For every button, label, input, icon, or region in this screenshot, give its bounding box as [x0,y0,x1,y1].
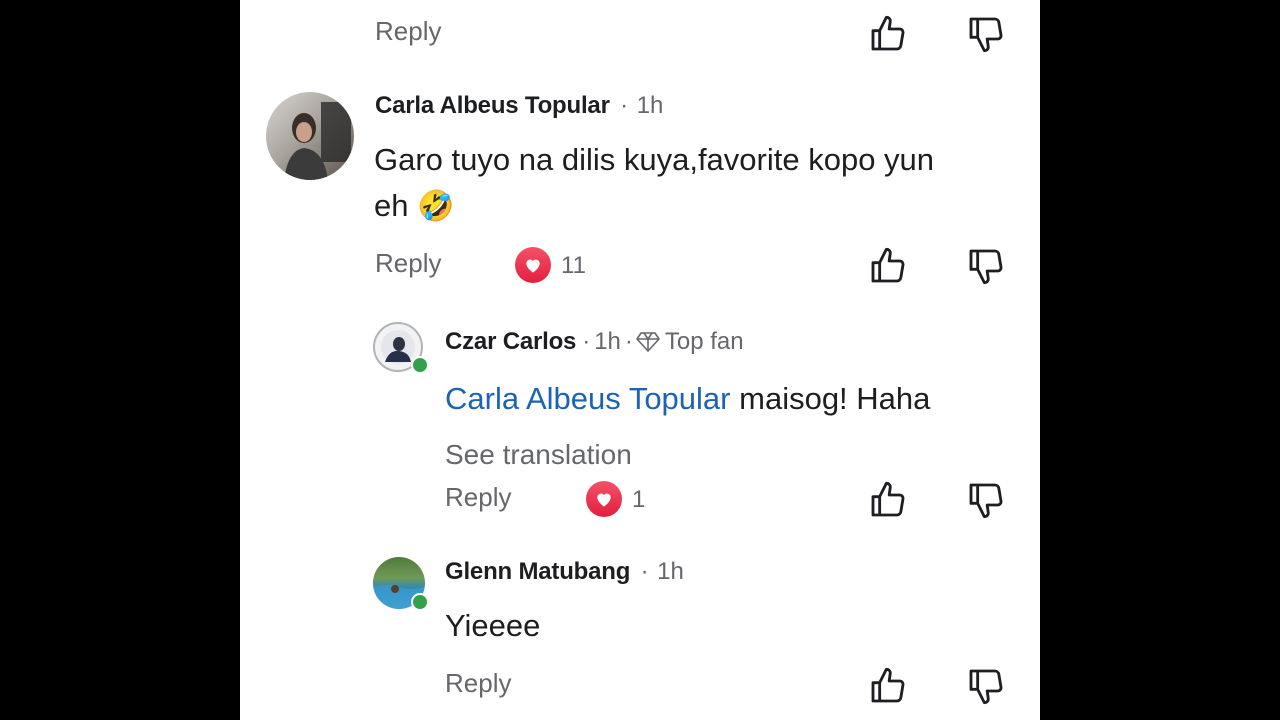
comment-author[interactable]: Czar Carlos [445,328,576,356]
thumbs-up-icon[interactable] [868,14,908,54]
online-indicator [411,593,429,611]
comment-header: Glenn Matubang · 1h [445,558,684,586]
comment-time[interactable]: 1h [637,92,664,119]
comment-time[interactable]: 1h [594,328,621,356]
avatar-wrapper [373,322,429,376]
thumbs-up-icon[interactable] [868,666,908,706]
reply-button[interactable]: Reply [445,668,511,699]
avatar[interactable] [266,92,354,180]
thumbs-down-icon[interactable] [966,480,1006,520]
comment-text: Garo tuyo na dilis kuya,favorite kopo yu… [374,137,1034,230]
comment-header: Czar Carlos · 1h · Top fan [445,328,744,356]
separator: · [624,328,633,355]
reply-button[interactable]: Reply [375,16,441,47]
avatar-wrapper [373,557,429,611]
reaction-count[interactable]: 1 [632,486,645,514]
comment-text-line: Garo tuyo na dilis kuya,favorite kopo yu… [374,142,935,177]
diamond-icon [636,332,660,352]
reaction-count[interactable]: 11 [561,252,586,280]
comment-text-line-2: eh 🤣 [374,183,1034,230]
see-translation-link[interactable]: See translation [445,439,632,471]
comment-time[interactable]: 1h [657,558,684,585]
thumbs-down-icon[interactable] [966,246,1006,286]
separator: · [640,558,649,585]
comment-header: Carla Albeus Topular · 1h [375,92,663,120]
thumbs-down-icon[interactable] [966,666,1006,706]
rolling-laughing-emoji: 🤣 [417,190,455,223]
comment-text: Yieeee [445,608,541,643]
comments-panel: Reply Carla Albeus Topular · 1h Garo tuy… [240,0,1040,720]
separator: · [620,92,629,119]
comment-text-fragment: eh [374,188,409,223]
online-indicator [411,356,429,374]
comment-text-fragment: maisog! Haha [739,381,931,416]
thumbs-up-icon[interactable] [868,480,908,520]
reply-button[interactable]: Reply [375,248,441,279]
thumbs-down-icon[interactable] [966,14,1006,54]
comment-author[interactable]: Glenn Matubang [445,558,630,585]
top-fan-badge: Top fan [664,328,744,355]
reply-button[interactable]: Reply [445,482,511,513]
heart-icon[interactable] [586,481,622,517]
mention-link[interactable]: Carla Albeus Topular [445,381,731,416]
comment-text: Carla Albeus Topular maisog! Haha [445,376,930,422]
separator: · [582,328,591,355]
heart-icon[interactable] [515,247,551,283]
thumbs-up-icon[interactable] [868,246,908,286]
comment-author[interactable]: Carla Albeus Topular [375,92,610,119]
